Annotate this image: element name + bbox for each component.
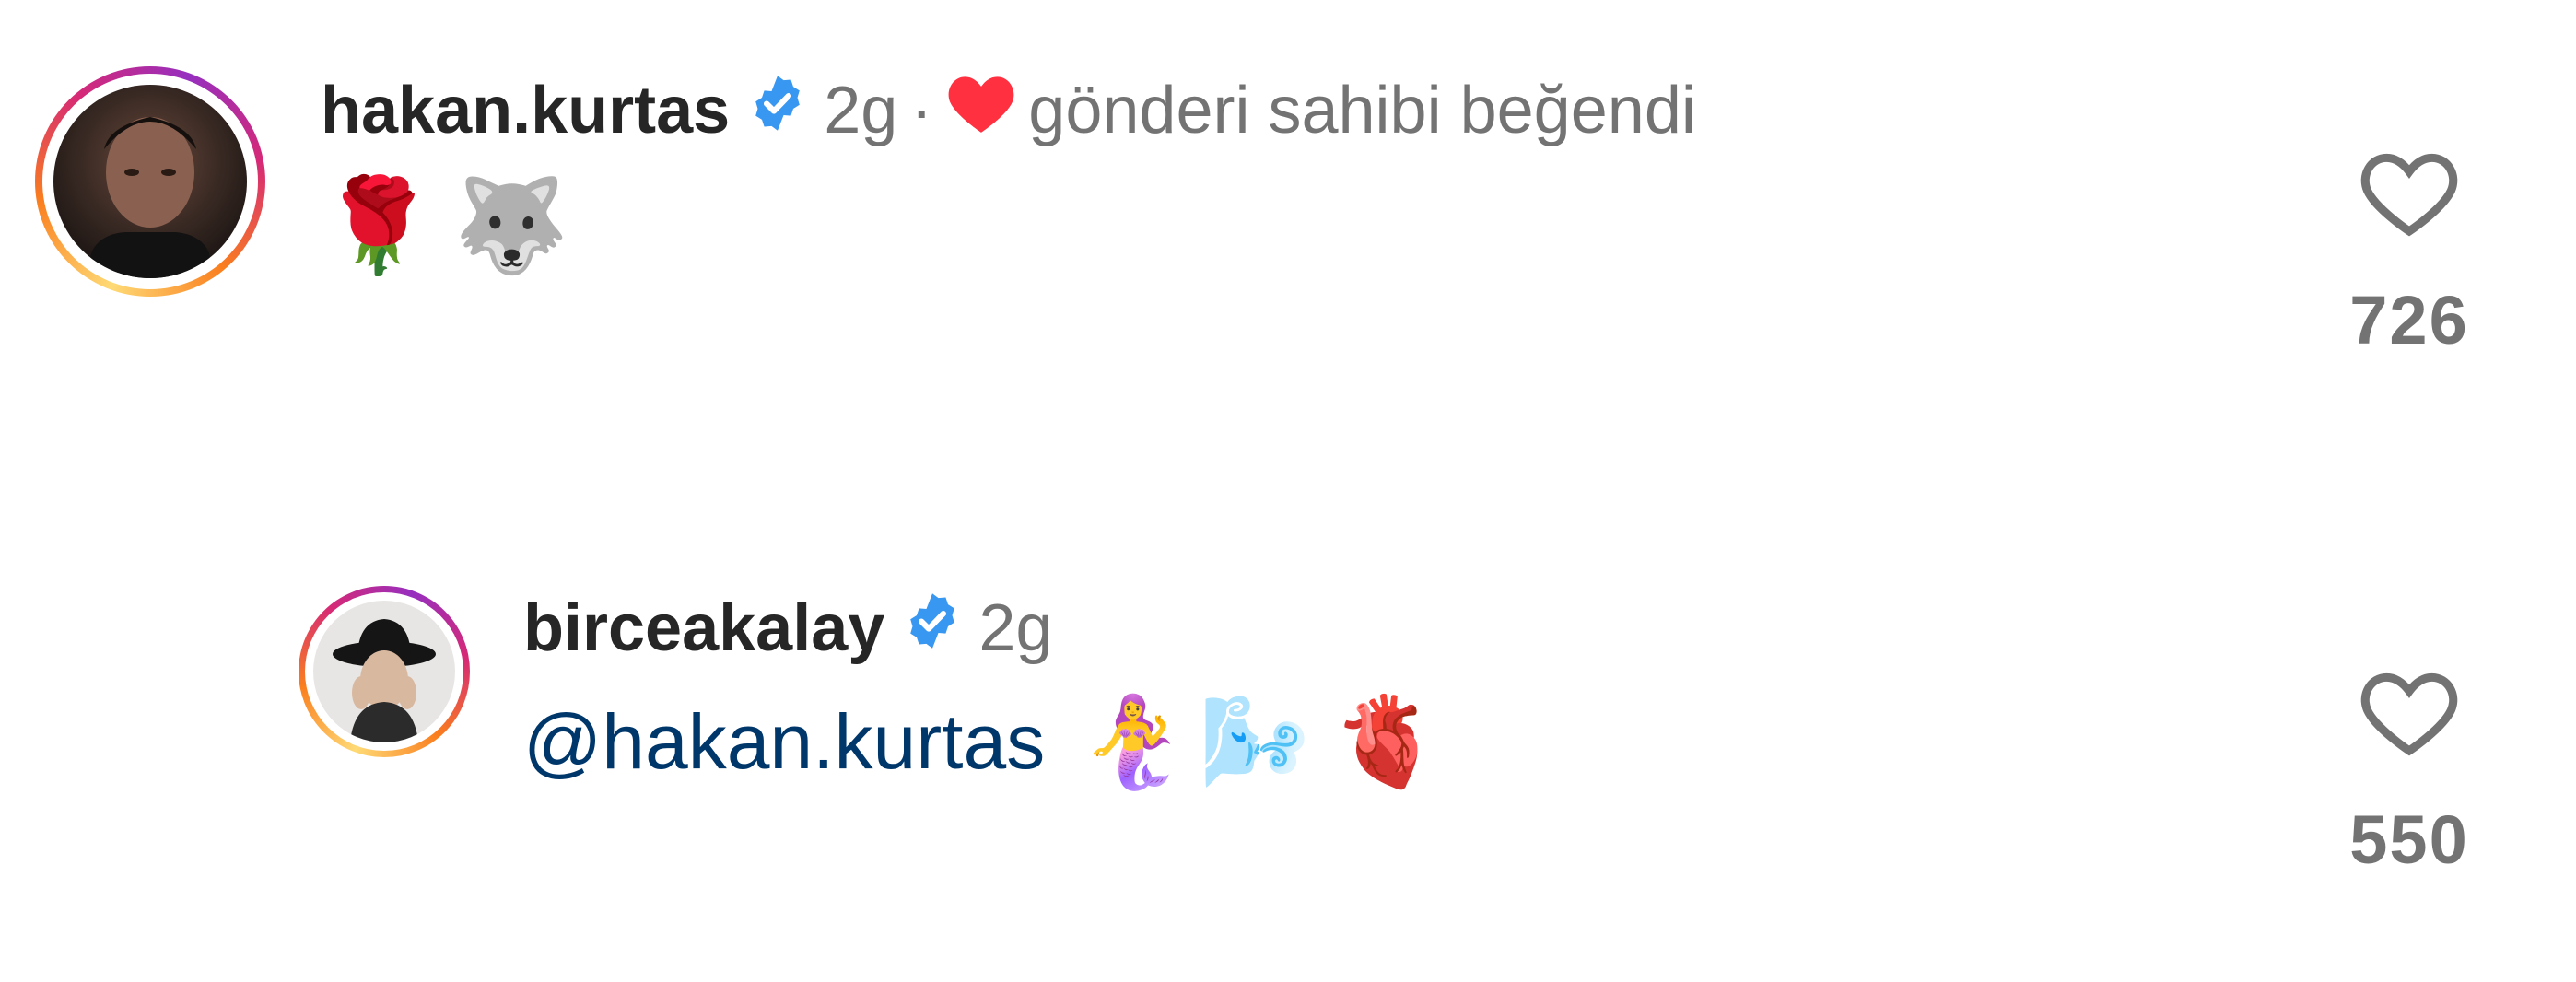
timestamp: 2g — [824, 74, 898, 147]
avatar[interactable] — [35, 66, 265, 297]
wolf-emoji: 🐺 — [453, 171, 569, 279]
comment-meta: hakan.kurtas 2g · gönderi sahibi beğendi — [321, 66, 1696, 155]
comment-body: 🌹 🐺 — [321, 166, 568, 286]
like-count: 550 — [2349, 801, 2469, 878]
timestamp: 2g — [978, 591, 1053, 665]
heart-filled-icon — [945, 71, 1017, 151]
wind-face-emoji: 🌬️ — [1199, 689, 1310, 793]
like-count: 726 — [2349, 282, 2469, 358]
verified-badge-icon — [901, 590, 964, 668]
heart-outline-icon[interactable] — [2359, 667, 2460, 764]
mention-link[interactable]: @hakan.kurtas — [523, 697, 1045, 787]
comment-item: hakan.kurtas 2g · gönderi sahibi beğendi… — [0, 0, 2576, 424]
username[interactable]: birceakalay — [523, 590, 884, 666]
owner-liked-label: gönderi sahibi beğendi — [1028, 74, 1696, 147]
avatar-photo — [53, 85, 247, 278]
avatar[interactable] — [299, 586, 470, 757]
mermaid-emoji: 🧜‍♀️ — [1078, 689, 1188, 793]
like-control: 550 — [2345, 667, 2474, 879]
reply-item: birceakalay 2g @hakan.kurtas 🧜‍♀️ 🌬️ 🫀 5… — [0, 553, 2576, 982]
heart-outline-icon[interactable] — [2359, 147, 2460, 244]
separator-dot: · — [910, 74, 933, 147]
anatomical-heart-emoji: 🫀 — [1331, 689, 1442, 793]
like-control: 726 — [2345, 147, 2474, 359]
avatar-photo — [313, 601, 455, 742]
comment-body: @hakan.kurtas 🧜‍♀️ 🌬️ 🫀 — [523, 682, 1442, 801]
username[interactable]: hakan.kurtas — [321, 73, 730, 148]
verified-badge-icon — [746, 72, 809, 150]
comment-meta: birceakalay 2g — [523, 584, 1052, 672]
rose-emoji: 🌹 — [321, 171, 436, 279]
